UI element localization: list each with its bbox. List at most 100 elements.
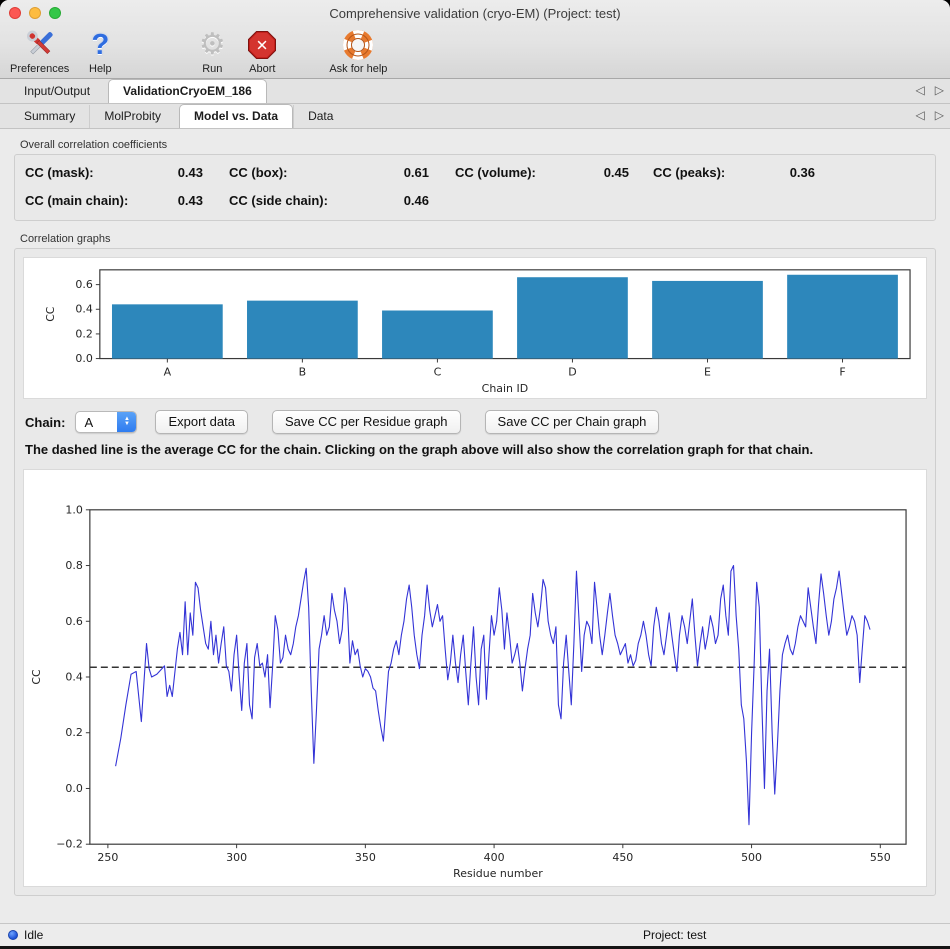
model-vs-data-panel: Overall correlation coefficients CC (mas…: [0, 129, 950, 923]
question-mark-icon: ?: [91, 28, 109, 62]
close-window-button[interactable]: [9, 7, 21, 19]
cc-per-residue-figure: −0.20.00.20.40.60.81.0250300350400450500…: [23, 469, 927, 887]
cc-mask-value: 0.43: [157, 165, 203, 180]
tab-molprobity[interactable]: MolProbity: [89, 105, 175, 128]
help-button[interactable]: ? Help: [77, 28, 123, 75]
export-data-button[interactable]: Export data: [155, 410, 248, 434]
svg-text:CC: CC: [44, 306, 57, 322]
gear-icon: ⚙: [199, 28, 226, 62]
cc-main-chain-value: 0.43: [157, 193, 203, 208]
cc-per-chain-figure: 0.0 0.2 0.4 0.6 A B C D E F Chain ID CC: [23, 257, 927, 399]
toolbar-item-label: Abort: [249, 63, 275, 75]
cc-side-chain-label: CC (side chain):: [229, 193, 371, 208]
tab-validationcryoem-186[interactable]: ValidationCryoEM_186: [108, 79, 267, 103]
toolbar: Preferences ? Help ⚙ Run ✕ Abort: [0, 26, 950, 78]
lifebuoy-icon: [343, 28, 373, 62]
cc-stats-grid: CC (mask): 0.43 CC (box): 0.61 CC (volum…: [15, 155, 935, 220]
svg-text:550: 550: [870, 851, 891, 864]
ask-for-help-button[interactable]: Ask for help: [329, 28, 387, 75]
app-window: Comprehensive validation (cryo-EM) (Proj…: [0, 0, 950, 949]
window-chrome: Comprehensive validation (cryo-EM) (Proj…: [0, 0, 950, 79]
svg-text:0.2: 0.2: [65, 726, 82, 739]
toolbar-item-label: Help: [89, 63, 112, 75]
svg-text:B: B: [299, 365, 307, 378]
chain-label: Chain:: [25, 415, 65, 430]
svg-text:0.0: 0.0: [65, 782, 82, 795]
scroll-right-icon[interactable]: ▷: [935, 83, 944, 97]
svg-text:0.6: 0.6: [65, 615, 82, 628]
main-tab-bar: Input/Output ValidationCryoEM_186 ◁ ▷: [0, 79, 950, 104]
toolbar-item-label: Run: [202, 63, 222, 75]
svg-text:1.0: 1.0: [65, 503, 82, 516]
cc-volume-label: CC (volume):: [455, 165, 573, 180]
svg-text:400: 400: [484, 851, 505, 864]
svg-text:D: D: [568, 365, 576, 378]
stop-octagon-icon: ✕: [247, 28, 277, 62]
dashed-line-note: The dashed line is the average CC for th…: [15, 436, 935, 461]
preferences-button[interactable]: Preferences: [10, 28, 69, 75]
window-title: Comprehensive validation (cryo-EM) (Proj…: [0, 6, 950, 21]
svg-text:Chain ID: Chain ID: [482, 382, 529, 395]
svg-text:✕: ✕: [256, 37, 269, 55]
svg-text:0.2: 0.2: [75, 327, 92, 340]
groupbox-title: Correlation graphs: [14, 231, 936, 248]
svg-text:500: 500: [741, 851, 762, 864]
svg-text:300: 300: [226, 851, 247, 864]
minimize-window-button[interactable]: [29, 7, 41, 19]
cc-per-residue-chart: −0.20.00.20.40.60.81.0250300350400450500…: [24, 470, 926, 886]
cc-peaks-value: 0.36: [761, 165, 815, 180]
svg-text:0.4: 0.4: [75, 303, 93, 316]
abort-button[interactable]: ✕ Abort: [239, 28, 285, 75]
svg-text:0.8: 0.8: [65, 559, 82, 572]
svg-text:E: E: [704, 365, 711, 378]
sub-tab-scroll-arrows: ◁ ▷: [916, 108, 944, 122]
title-bar: Comprehensive validation (cryo-EM) (Proj…: [0, 0, 950, 26]
chain-select-value: A: [76, 412, 117, 432]
svg-text:450: 450: [612, 851, 633, 864]
run-button[interactable]: ⚙ Run: [189, 28, 235, 75]
project-label: Project: test: [643, 928, 706, 942]
tab-summary[interactable]: Summary: [10, 105, 89, 128]
tab-scroll-arrows: ◁ ▷: [916, 83, 944, 97]
tools-icon: [23, 28, 57, 62]
cc-mask-label: CC (mask):: [25, 165, 157, 180]
cc-box-label: CC (box):: [229, 165, 371, 180]
tab-model-vs-data[interactable]: Model vs. Data: [179, 104, 293, 128]
svg-text:0.6: 0.6: [75, 278, 93, 291]
svg-text:0.0: 0.0: [75, 352, 93, 365]
zoom-window-button[interactable]: [49, 7, 61, 19]
scroll-left-icon[interactable]: ◁: [916, 83, 925, 97]
save-cc-per-residue-button[interactable]: Save CC per Residue graph: [272, 410, 461, 434]
save-cc-per-chain-button[interactable]: Save CC per Chain graph: [485, 410, 660, 434]
correlation-graphs-groupbox: Correlation graphs 0.0 0.2 0.4 0.6 A B C D E F Cha…: [14, 231, 936, 896]
cc-per-chain-chart[interactable]: 0.0 0.2 0.4 0.6 A B C D E F Chain ID CC: [24, 258, 926, 398]
chain-controls: Chain: A ▲▼ Export data Save CC per Resi…: [15, 407, 935, 436]
svg-text:C: C: [434, 365, 442, 378]
chain-select[interactable]: A ▲▼: [75, 411, 137, 433]
chevron-up-down-icon: ▲▼: [117, 412, 136, 432]
cc-main-chain-label: CC (main chain):: [25, 193, 157, 208]
svg-text:Residue number: Residue number: [453, 867, 543, 880]
toolbar-item-label: Ask for help: [329, 63, 387, 75]
svg-text:F: F: [839, 365, 845, 378]
cc-peaks-label: CC (peaks):: [653, 165, 761, 180]
cc-volume-value: 0.45: [573, 165, 629, 180]
groupbox-title: Overall correlation coefficients: [14, 137, 936, 154]
toolbar-item-label: Preferences: [10, 63, 69, 75]
svg-text:250: 250: [97, 851, 118, 864]
scroll-left-icon[interactable]: ◁: [916, 108, 925, 122]
sub-tab-bar: Summary MolProbity Model vs. Data Data ◁…: [0, 104, 950, 129]
tab-input-output[interactable]: Input/Output: [10, 80, 104, 103]
tab-data[interactable]: Data: [293, 105, 347, 128]
traffic-lights: [9, 7, 61, 19]
overall-cc-groupbox: Overall correlation coefficients CC (mas…: [14, 137, 936, 221]
status-bar: Idle Project: test: [0, 923, 950, 946]
scroll-right-icon[interactable]: ▷: [935, 108, 944, 122]
status-indicator-icon: [8, 930, 18, 940]
svg-text:350: 350: [355, 851, 376, 864]
svg-text:A: A: [164, 365, 172, 378]
cc-side-chain-value: 0.46: [371, 193, 429, 208]
cc-box-value: 0.61: [371, 165, 429, 180]
svg-text:0.4: 0.4: [65, 671, 82, 684]
status-text: Idle: [24, 928, 43, 942]
